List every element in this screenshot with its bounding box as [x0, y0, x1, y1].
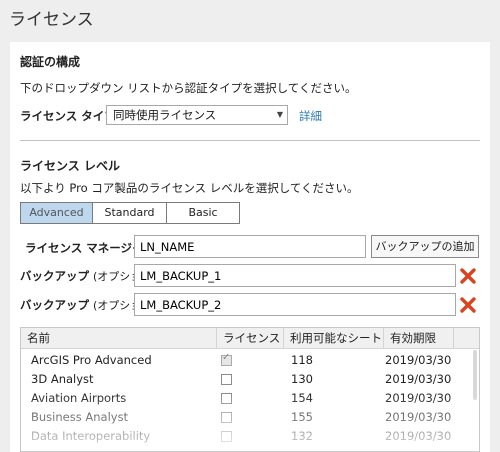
license-type-label: ライセンス タイプ — [20, 109, 116, 123]
row-seats: 154 — [291, 391, 313, 405]
row-expiry: 2019/03/30 — [385, 372, 452, 386]
row-seats: 155 — [291, 410, 313, 424]
row-license-checkbox[interactable] — [221, 374, 232, 385]
table-row[interactable]: Data Interoperability 132 2019/03/30 — [21, 427, 479, 446]
column-header-name[interactable]: 名前 — [21, 328, 217, 348]
row-license-checkbox[interactable] — [221, 412, 232, 423]
backup-1-input[interactable] — [134, 264, 456, 287]
row-seats: 130 — [291, 372, 313, 386]
delete-backup-1-icon[interactable] — [459, 267, 477, 285]
license-level-description: 以下より Pro コア製品のライセンス レベルを選択してください。 — [20, 181, 359, 195]
row-name: Aviation Airports — [31, 391, 127, 405]
row-seats: 132 — [291, 429, 313, 443]
row-name: Data Interoperability — [31, 429, 151, 443]
row-seats: 118 — [291, 353, 313, 367]
row-expiry: 2019/03/30 — [385, 353, 452, 367]
row-name: 3D Analyst — [31, 372, 94, 386]
table-header: 名前 ライセンス 利用可能なシート 有効期限 — [21, 328, 479, 349]
backup-2-input[interactable] — [134, 293, 456, 316]
auth-config-heading: 認証の構成 — [20, 55, 81, 69]
column-header-expiry[interactable]: 有効期限 — [384, 328, 454, 348]
row-expiry: 2019/03/30 — [385, 410, 452, 424]
table-row[interactable]: ArcGIS Pro Advanced 118 2019/03/30 — [21, 351, 479, 370]
backup-1-label-text: バックアップ — [20, 269, 89, 283]
license-level-heading: ライセンス レベル — [20, 159, 120, 173]
level-option-basic[interactable]: Basic — [167, 203, 239, 223]
table-row[interactable]: Aviation Airports 154 2019/03/30 — [21, 389, 479, 408]
chevron-down-icon: ▼ — [276, 110, 283, 119]
license-manager-input[interactable] — [134, 235, 366, 258]
row-name: ArcGIS Pro Advanced — [31, 353, 152, 367]
row-expiry: 2019/03/30 — [385, 429, 452, 443]
details-link[interactable]: 詳細 — [299, 108, 322, 124]
license-level-segmented: Advanced Standard Basic — [20, 202, 240, 224]
column-header-seats[interactable]: 利用可能なシート — [284, 328, 384, 348]
column-header-license[interactable]: ライセンス — [217, 328, 284, 348]
level-option-standard[interactable]: Standard — [93, 203, 167, 223]
backup-2-label-text: バックアップ — [20, 298, 89, 312]
auth-config-description: 下のドロップダウン リストから認証タイプを選択してください。 — [20, 81, 357, 95]
table-row[interactable]: 3D Analyst 130 2019/03/30 — [21, 370, 479, 389]
delete-backup-2-icon[interactable] — [459, 296, 477, 314]
row-name: Business Analyst — [31, 410, 129, 424]
section-divider — [20, 140, 480, 141]
row-expiry: 2019/03/30 — [385, 391, 452, 405]
license-type-value: 同時使用ライセンス — [113, 108, 217, 122]
add-backup-button[interactable]: バックアップの追加 — [371, 235, 479, 258]
row-license-checkbox[interactable] — [221, 393, 232, 404]
level-option-advanced[interactable]: Advanced — [21, 203, 93, 223]
row-license-checkbox[interactable] — [221, 352, 232, 366]
row-license-checkbox[interactable] — [221, 431, 232, 442]
license-type-select[interactable]: 同時使用ライセンス ▼ — [106, 105, 288, 125]
license-panel: 認証の構成 下のドロップダウン リストから認証タイプを選択してください。 ライセ… — [10, 42, 490, 452]
license-table: 名前 ライセンス 利用可能なシート 有効期限 ArcGIS Pro Advanc… — [20, 327, 480, 452]
table-row[interactable]: Business Analyst 155 2019/03/30 — [21, 408, 479, 427]
table-scrollbar[interactable] — [473, 350, 477, 400]
page-title: ライセンス — [9, 10, 94, 30]
